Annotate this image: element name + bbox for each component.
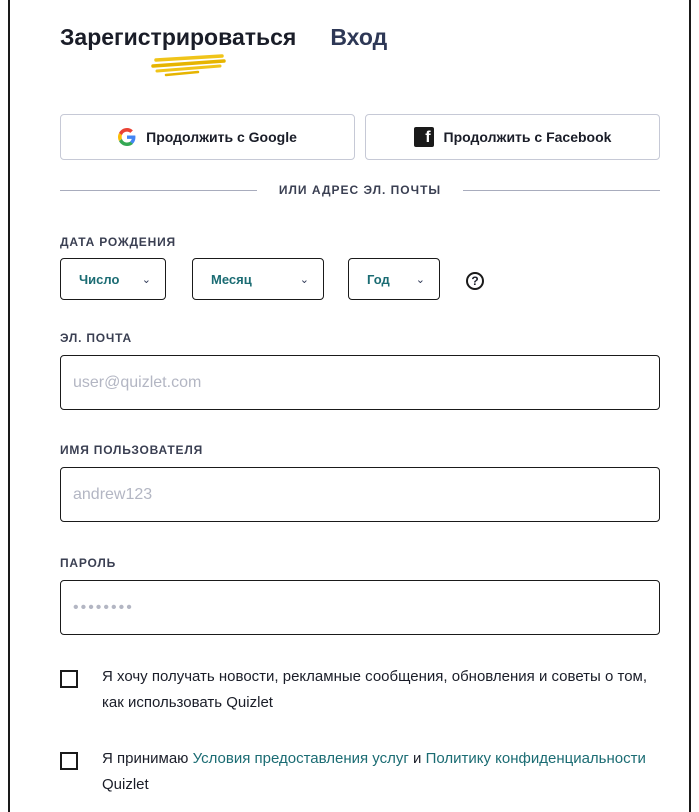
facebook-button[interactable]: f Продолжить с Facebook	[365, 114, 660, 160]
newsletter-text: Я хочу получать новости, рекламные сообщ…	[102, 668, 648, 711]
chevron-down-icon: ⌄	[141, 273, 151, 286]
divider-line-left	[60, 189, 257, 191]
active-tab-indicator	[151, 54, 226, 77]
facebook-icon: f	[413, 127, 434, 147]
google-icon	[118, 128, 136, 146]
email-label: ЭЛ. ПОЧТА	[60, 331, 132, 345]
terms-suffix: Quizlet	[102, 776, 149, 793]
newsletter-checkbox[interactable]	[60, 670, 78, 688]
chevron-down-icon: ⌄	[415, 273, 425, 286]
terms-and: и	[408, 750, 426, 767]
birth-year-value: Год	[367, 271, 390, 287]
google-button-label: Продолжить с Google	[146, 129, 297, 145]
help-icon[interactable]: ?	[466, 272, 484, 290]
auth-tabs: Зарегистрироваться Вход	[60, 24, 387, 51]
divider-line-right	[463, 189, 660, 191]
username-input[interactable]	[60, 467, 660, 522]
terms-checkbox[interactable]	[60, 752, 78, 770]
birth-year-select[interactable]: Год ⌄	[348, 258, 440, 300]
google-button[interactable]: Продолжить с Google	[60, 114, 355, 160]
tab-signup[interactable]: Зарегистрироваться	[60, 24, 296, 51]
birthdate-label: ДАТА РОЖДЕНИЯ	[60, 235, 176, 249]
birth-day-value: Число	[79, 271, 120, 287]
facebook-button-label: Продолжить с Facebook	[443, 129, 612, 145]
terms-prefix: Я принимаю	[102, 750, 193, 767]
privacy-link[interactable]: Политику конфиденциальности	[426, 750, 646, 767]
birth-day-select[interactable]: Число ⌄	[60, 258, 166, 300]
password-input[interactable]	[60, 580, 660, 635]
terms-text: Я принимаю Условия предоставления услуг …	[102, 746, 670, 798]
tab-login[interactable]: Вход	[330, 24, 387, 51]
username-label: ИМЯ ПОЛЬЗОВАТЕЛЯ	[60, 443, 203, 457]
divider-text: ИЛИ АДРЕС ЭЛ. ПОЧТЫ	[278, 183, 442, 197]
social-login-row: Продолжить с Google f Продолжить с Faceb…	[60, 114, 660, 160]
email-input[interactable]	[60, 355, 660, 410]
newsletter-row: Я хочу получать новости, рекламные сообщ…	[60, 668, 670, 716]
birth-month-value: Месяц	[211, 271, 252, 287]
terms-row: Я принимаю Условия предоставления услуг …	[60, 750, 670, 798]
or-email-divider: ИЛИ АДРЕС ЭЛ. ПОЧТЫ	[60, 180, 660, 200]
birth-month-select[interactable]: Месяц ⌄	[192, 258, 324, 300]
password-label: ПАРОЛЬ	[60, 556, 117, 570]
terms-link[interactable]: Условия предоставления услуг	[193, 750, 409, 767]
chevron-down-icon: ⌄	[299, 273, 309, 286]
